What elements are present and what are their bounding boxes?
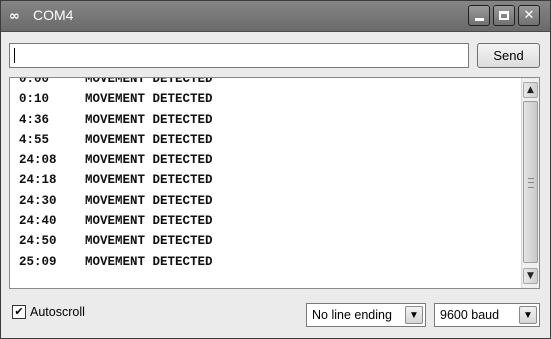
chevron-down-icon[interactable]: ▼ — [405, 306, 423, 324]
autoscroll-toggle[interactable]: ✔ Autoscroll — [12, 305, 85, 319]
line-ending-value: No line ending — [312, 308, 392, 322]
output-timestamp: 0:10 — [19, 92, 50, 107]
output-line: 25:09 MOVEMENT DETECTED — [19, 252, 213, 272]
output-message: MOVEMENT DETECTED — [85, 77, 213, 86]
output-line: 24:40 MOVEMENT DETECTED — [19, 211, 213, 231]
output-timestamp: 24:18 — [19, 173, 57, 188]
arduino-icon: ∞ — [9, 9, 20, 24]
output-timestamp: 24:08 — [19, 153, 57, 168]
output-timestamp: 25:09 — [19, 254, 57, 269]
output-line: 24:50 MOVEMENT DETECTED — [19, 231, 213, 251]
baud-rate-value: 9600 baud — [440, 308, 500, 322]
scroll-thumb[interactable] — [523, 101, 538, 263]
chevron-down-icon[interactable]: ▼ — [519, 306, 537, 324]
autoscroll-label: Autoscroll — [30, 305, 85, 319]
title-bar[interactable]: ∞ COM4 ✕ — [1, 1, 550, 32]
close-button[interactable]: ✕ — [518, 5, 540, 26]
output-line: 24:30 MOVEMENT DETECTED — [19, 191, 213, 211]
output-message: MOVEMENT DETECTED — [85, 234, 213, 249]
send-row: Send — [1, 32, 550, 75]
send-input[interactable] — [9, 43, 469, 68]
output-message: MOVEMENT DETECTED — [85, 112, 213, 127]
output-message: MOVEMENT DETECTED — [85, 254, 213, 269]
bottom-bar: ✔ Autoscroll No line ending ▼ 9600 baud … — [1, 291, 550, 338]
output-message: MOVEMENT DETECTED — [85, 214, 213, 229]
output-message: MOVEMENT DETECTED — [85, 153, 213, 168]
minimize-button[interactable] — [468, 5, 490, 26]
check-icon: ✔ — [14, 305, 24, 318]
output-timestamp: 0:00 — [19, 77, 50, 86]
output-timestamp: 24:50 — [19, 234, 57, 249]
vertical-scrollbar[interactable]: ▲ ▼ — [521, 78, 539, 288]
output-line: 0:00 MOVEMENT DETECTED — [19, 77, 213, 89]
output-line: 4:36 MOVEMENT DETECTED — [19, 110, 213, 130]
output-message: MOVEMENT DETECTED — [85, 173, 213, 188]
maximize-icon — [499, 11, 509, 20]
maximize-button[interactable] — [493, 5, 515, 26]
autoscroll-checkbox[interactable]: ✔ — [12, 305, 26, 319]
output-line: 24:18 MOVEMENT DETECTED — [19, 170, 213, 190]
chevron-up-icon: ▲ — [527, 85, 534, 95]
output-timestamp: 24:30 — [19, 193, 57, 208]
output-line: 4:55 MOVEMENT DETECTED — [19, 130, 213, 150]
output-message: MOVEMENT DETECTED — [85, 193, 213, 208]
serial-output[interactable]: 0:00 MOVEMENT DETECTED 0:10 MOVEMENT DETECT… — [9, 77, 540, 289]
grip-icon — [528, 178, 534, 188]
output-message: MOVEMENT DETECTED — [85, 132, 213, 147]
output-timestamp: 4:36 — [19, 112, 50, 127]
send-button[interactable]: Send — [477, 43, 540, 68]
window-title: COM4 — [33, 7, 74, 23]
output-timestamp: 4:55 — [19, 132, 50, 147]
output-message: MOVEMENT DETECTED — [85, 92, 213, 107]
output-lines: 0:00 MOVEMENT DETECTED 0:10 MOVEMENT DETECT… — [19, 77, 213, 272]
serial-monitor-window: ∞ COM4 ✕ Send 0:00 MOVEMENT DETECTED 0:10 M… — [0, 0, 551, 339]
chevron-down-icon: ▼ — [527, 271, 534, 281]
close-icon: ✕ — [523, 8, 535, 23]
output-line: 24:08 MOVEMENT DETECTED — [19, 150, 213, 170]
text-caret — [14, 48, 15, 63]
line-ending-select[interactable]: No line ending ▼ — [306, 303, 426, 327]
minimize-icon — [474, 17, 484, 21]
output-line: 0:10 MOVEMENT DETECTED — [19, 89, 213, 109]
baud-rate-select[interactable]: 9600 baud ▼ — [434, 303, 540, 327]
scroll-up-button[interactable]: ▲ — [523, 82, 538, 98]
output-timestamp: 24:40 — [19, 214, 57, 229]
scroll-down-button[interactable]: ▼ — [523, 268, 538, 284]
